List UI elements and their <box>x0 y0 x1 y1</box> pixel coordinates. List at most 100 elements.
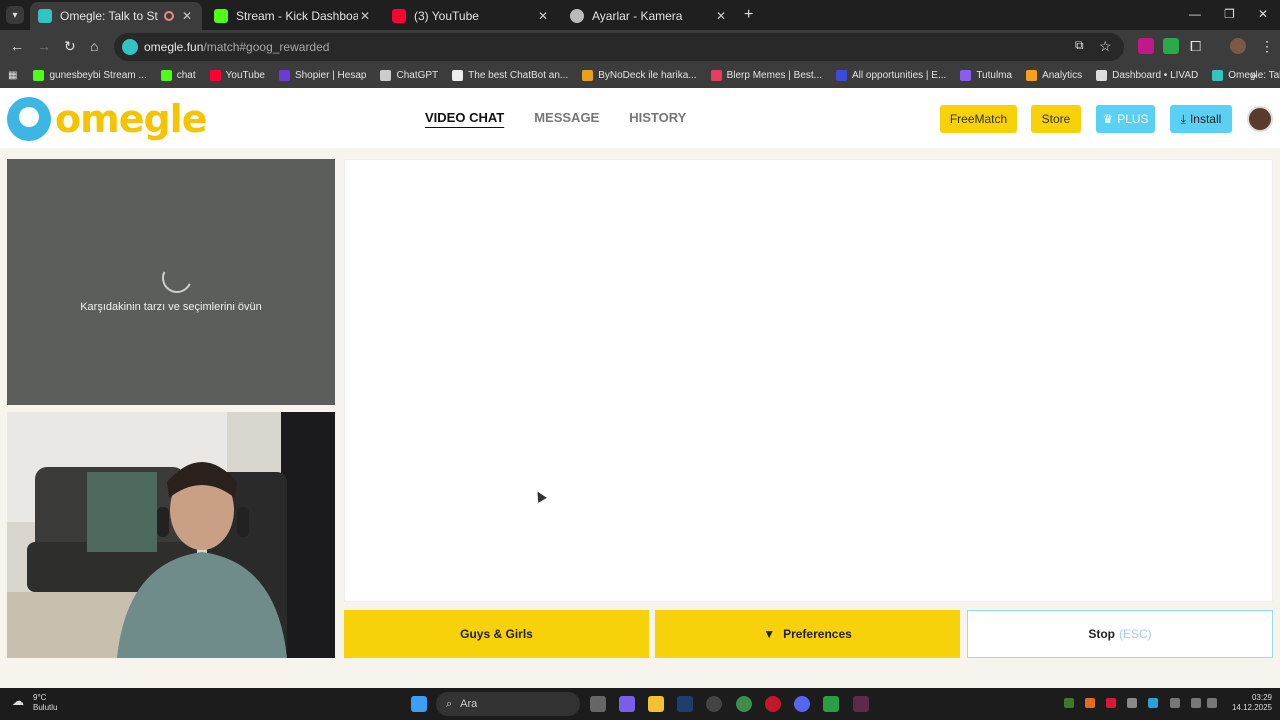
bookmark-label: Blerp Memes | Best... <box>726 70 822 81</box>
main-nav: VIDEO CHAT MESSAGE HISTORY <box>425 110 686 125</box>
install-app-icon[interactable]: ⧉ <box>1075 38 1084 53</box>
close-tab-icon[interactable]: ✕ <box>180 9 194 23</box>
bookmark-favicon-icon <box>1026 70 1038 81</box>
network-icon[interactable] <box>1191 698 1201 708</box>
new-tab-icon[interactable]: + <box>744 6 753 24</box>
bookmark-favicon-icon <box>160 70 172 81</box>
task-view-icon[interactable] <box>590 696 606 712</box>
discord-icon[interactable] <box>794 696 810 712</box>
download-extension-icon[interactable] <box>1163 38 1179 54</box>
bookmark-label: Tutulma <box>976 70 1013 81</box>
profile-avatar-icon[interactable] <box>1230 38 1246 54</box>
weather-widget[interactable]: ☁ 9°C Bulutlu <box>12 693 57 713</box>
nav-video-chat[interactable]: VIDEO CHAT <box>425 110 504 125</box>
extensions-puzzle-icon[interactable]: ⧠ <box>1190 38 1201 55</box>
bookmark-label: ByNoDeck ile harika... <box>598 70 697 81</box>
bookmark-item[interactable]: All opportunities | E... <box>836 70 946 81</box>
bookmark-item[interactable]: ByNoDeck ile harika... <box>582 70 697 81</box>
back-icon[interactable]: ← <box>10 38 24 54</box>
opera-icon[interactable] <box>765 696 781 712</box>
tab-settings-camera[interactable]: Ayarlar - Kamera ✕ <box>562 2 736 30</box>
browser-tab-strip: ▾ Omegle: Talk to Strangers w ✕ Stream -… <box>0 0 1280 30</box>
nav-message[interactable]: MESSAGE <box>534 110 599 125</box>
tab-search-icon[interactable]: ▾ <box>6 6 24 24</box>
reload-icon[interactable]: ↻ <box>64 38 76 55</box>
omegle-favicon-icon <box>38 9 52 23</box>
forward-icon[interactable]: → <box>37 38 51 54</box>
bookmark-label: chat <box>176 70 196 81</box>
bookmark-item[interactable]: chat <box>160 70 196 81</box>
close-tab-icon[interactable]: ✕ <box>536 9 550 23</box>
user-avatar[interactable] <box>1247 106 1273 132</box>
tray-icon[interactable] <box>1085 698 1095 708</box>
bookmark-label: Shopier | Hesap <box>294 70 367 81</box>
filter-icon: ▼ <box>763 627 776 641</box>
bookmark-favicon-icon <box>960 70 972 81</box>
bookmark-label: ChatGPT <box>396 70 439 81</box>
bookmark-item[interactable]: YouTube <box>209 70 265 81</box>
recording-icon <box>164 11 174 21</box>
system-clock[interactable]: 03:29 14.12.2025 <box>1226 693 1272 713</box>
app-icon-2[interactable] <box>853 696 869 712</box>
bookmark-favicon-icon <box>1096 70 1108 81</box>
chat-panel <box>344 159 1273 602</box>
taskbar-search[interactable]: ⌕ Ara <box>436 692 580 716</box>
site-logo[interactable]: omegle <box>7 97 207 141</box>
tray-icon[interactable] <box>1106 698 1116 708</box>
search-placeholder: Ara <box>460 698 478 710</box>
stop-button[interactable]: Stop (ESC) <box>967 610 1273 658</box>
address-bar[interactable]: omegle.fun/match#goog_rewarded <box>114 33 1124 61</box>
tab-kick-dashboard[interactable]: Stream - Kick Dashboard ✕ <box>206 2 380 30</box>
tray-icon[interactable] <box>1064 698 1074 708</box>
site-info-icon[interactable] <box>122 39 138 55</box>
install-button[interactable]: ⤓ Install <box>1170 105 1232 133</box>
window-close-icon[interactable]: ✕ <box>1258 7 1268 21</box>
bookmark-item[interactable]: Omegle: Talk to Stra... <box>1212 70 1280 81</box>
xbox-icon[interactable] <box>823 696 839 712</box>
bookmark-item[interactable]: Blerp Memes | Best... <box>710 70 822 81</box>
web-page: omegle VIDEO CHAT MESSAGE HISTORY FreeMa… <box>0 88 1280 688</box>
browser-menu-icon[interactable]: ⋮ <box>1260 38 1274 55</box>
more-bookmarks-icon[interactable]: » <box>1250 68 1257 82</box>
bookmark-item[interactable]: Analytics <box>1026 70 1082 81</box>
home-icon[interactable]: ⌂ <box>90 38 98 54</box>
tab-omegle[interactable]: Omegle: Talk to Strangers w ✕ <box>30 2 202 30</box>
file-explorer-icon[interactable] <box>648 696 664 712</box>
gender-filter-button[interactable]: Guys & Girls <box>344 610 649 658</box>
chrome-icon[interactable] <box>736 696 752 712</box>
store-button[interactable]: Store <box>1031 105 1081 133</box>
copilot-icon[interactable] <box>619 696 635 712</box>
apps-grid-icon[interactable]: ▦ <box>8 70 17 81</box>
bookmark-favicon-icon <box>1212 70 1224 81</box>
nav-history[interactable]: HISTORY <box>629 110 686 125</box>
windows-start-icon[interactable] <box>411 696 427 712</box>
bookmark-item[interactable]: ChatGPT <box>380 70 438 81</box>
microphone-icon[interactable] <box>1170 698 1180 708</box>
bookmark-item[interactable]: gunesbeybi Stream ... <box>33 70 147 81</box>
bookmark-favicon-icon <box>33 70 45 81</box>
close-tab-icon[interactable]: ✕ <box>358 9 372 23</box>
restore-icon[interactable]: ❐ <box>1224 7 1235 21</box>
tab-youtube[interactable]: (3) YouTube ✕ <box>384 2 558 30</box>
bookmark-favicon-icon <box>582 70 594 81</box>
close-tab-icon[interactable]: ✕ <box>714 9 728 23</box>
minimize-icon[interactable]: — <box>1189 7 1201 21</box>
volume-icon[interactable] <box>1207 698 1217 708</box>
tray-icon[interactable] <box>1148 698 1158 708</box>
preferences-button[interactable]: ▼ Preferences <box>655 610 960 658</box>
bookmark-item[interactable]: Tutulma <box>960 70 1012 81</box>
windows-taskbar: ☁ 9°C Bulutlu ⌕ Ara 03:29 14.12.2025 <box>0 688 1280 720</box>
remote-status-text: Karşıdakinin tarzı ve seçimlerini övün <box>80 301 262 313</box>
bookmark-item[interactable]: The best ChatBot an... <box>452 70 568 81</box>
bookmark-item[interactable]: Dashboard • LIVAD <box>1096 70 1198 81</box>
omegle-logo-icon <box>7 97 51 141</box>
app-icon[interactable] <box>706 696 722 712</box>
freematch-button[interactable]: FreeMatch <box>940 105 1017 133</box>
bookmark-star-icon[interactable]: ☆ <box>1099 38 1112 55</box>
plus-button[interactable]: ♛ PLUS <box>1096 105 1155 133</box>
bookmark-item[interactable]: Shopier | Hesap <box>278 70 367 81</box>
steam-icon[interactable] <box>677 696 693 712</box>
extension-icon[interactable] <box>1138 38 1154 54</box>
site-header: omegle VIDEO CHAT MESSAGE HISTORY FreeMa… <box>0 88 1280 148</box>
tray-icon[interactable] <box>1127 698 1137 708</box>
